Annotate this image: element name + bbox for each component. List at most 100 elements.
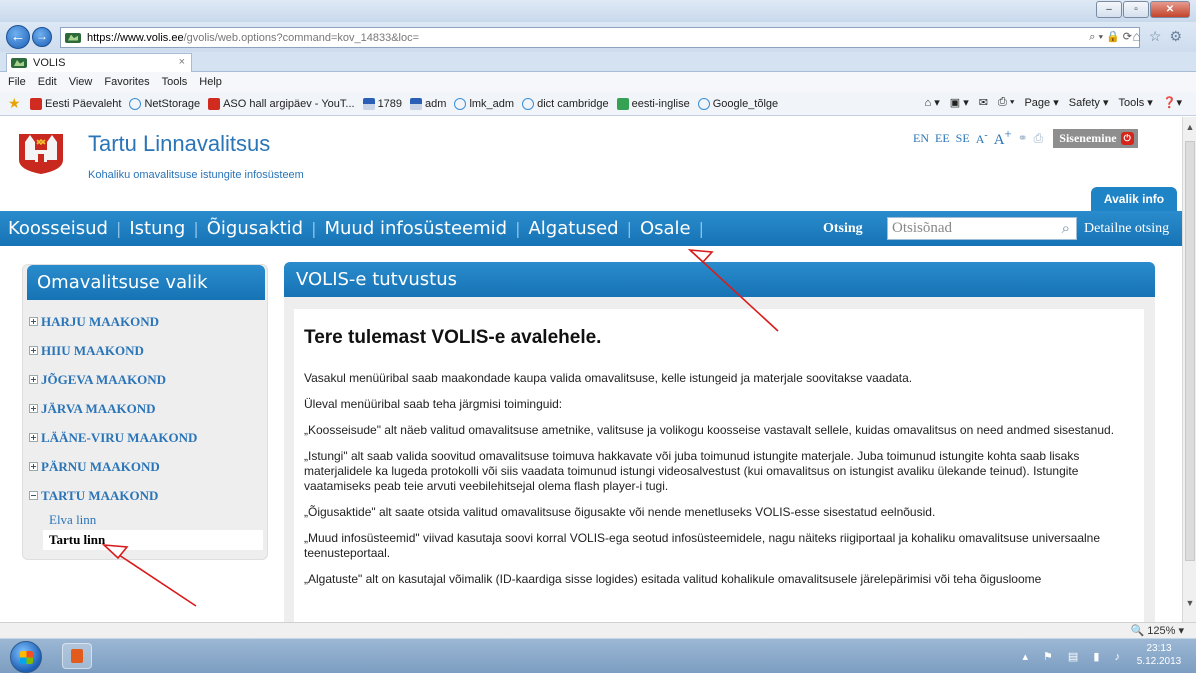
favorite-icon	[697, 97, 710, 110]
nav-muud-infosusteemid[interactable]: Muud infosüsteemid	[324, 218, 507, 239]
favorite-link[interactable]: dict cambridge	[522, 97, 609, 110]
favorite-icon	[362, 97, 375, 110]
header-tools: EN EE SE A- A+ ⚭ ⎙ Sisenemine ⏻	[913, 127, 1138, 149]
welcome-heading: Tere tulemast VOLIS-e avalehele.	[304, 327, 602, 348]
print-icon[interactable]: ⎙ ▾	[998, 96, 1014, 109]
maximize-button[interactable]: ▫	[1123, 1, 1149, 18]
search-input[interactable]: Otsisõnad ⌕	[887, 217, 1077, 240]
home-icon[interactable]: ⌂ ▾	[925, 96, 940, 109]
address-bar-icons[interactable]: ⌕▾🔒⟳	[1089, 30, 1135, 44]
tools-menu[interactable]: Tools ▾	[1119, 96, 1153, 109]
county-item[interactable]: HIIU MAAKOND	[23, 336, 269, 365]
font-decrease-button[interactable]: A-	[976, 130, 988, 147]
vertical-scrollbar[interactable]: ▲ ▼	[1182, 117, 1196, 622]
forward-button[interactable]: →	[32, 27, 52, 47]
municipality-item-selected[interactable]: Tartu linn	[43, 530, 263, 550]
status-bar: 🔍 125% ▾	[0, 622, 1196, 638]
content-panel-title: VOLIS-e tutvustus	[284, 262, 1155, 297]
nav-oigusaktid[interactable]: Õigusaktid	[207, 218, 303, 239]
url-path: /gvolis/web.options?command=kov_14833&lo…	[183, 31, 420, 44]
paragraph: „Muud infosüsteemid" viivad kasutaja soo…	[304, 531, 1101, 560]
print-page-icon[interactable]: ⎙	[1034, 131, 1044, 146]
expand-icon[interactable]	[29, 375, 38, 384]
font-increase-button[interactable]: A+	[994, 127, 1012, 149]
tab-row: VOLIS ×	[0, 52, 1196, 72]
menu-tools[interactable]: Tools	[162, 76, 188, 88]
municipality-item[interactable]: Elva linn	[23, 510, 269, 530]
county-item[interactable]: JÄRVA MAAKOND	[23, 394, 269, 423]
favorite-link[interactable]: Google_tõlge	[697, 97, 778, 110]
county-item[interactable]: JÕGEVA MAAKOND	[23, 365, 269, 394]
taskbar-app-icon[interactable]	[62, 643, 92, 669]
scroll-down-icon[interactable]: ▼	[1183, 598, 1196, 612]
power-icon: ⏻	[1120, 131, 1134, 145]
mail-icon[interactable]: ✉	[979, 96, 988, 109]
county-item[interactable]: LÄÄNE-VIRU MAAKOND	[23, 423, 269, 452]
language-en[interactable]: EN	[913, 131, 929, 146]
favorite-link[interactable]: 1789	[362, 97, 402, 110]
page-menu[interactable]: Page ▾	[1024, 96, 1058, 109]
favorite-link[interactable]: ASO hall argipäev - YouT...	[208, 97, 355, 110]
site-title[interactable]: Tartu Linnavalitsus	[88, 131, 270, 157]
expand-icon[interactable]	[29, 462, 38, 471]
start-button[interactable]	[10, 641, 42, 673]
feeds-icon[interactable]: ▣ ▾	[950, 96, 969, 109]
favorite-link[interactable]: Eesti Päevaleht	[30, 97, 121, 110]
detailed-search-link[interactable]: Detailne otsing	[1084, 221, 1169, 237]
back-button[interactable]: ←	[6, 25, 30, 49]
nav-istung[interactable]: Istung	[129, 218, 185, 239]
menu-file[interactable]: File	[8, 76, 26, 88]
favorite-link[interactable]: eesti-inglise	[616, 97, 690, 110]
search-icon[interactable]: ⌕	[1062, 220, 1070, 238]
window-controls: – ▫ ✕	[1096, 1, 1190, 18]
tab-title: VOLIS	[33, 57, 66, 69]
favorite-link[interactable]: adm	[410, 97, 446, 110]
expand-icon[interactable]	[29, 433, 38, 442]
county-item[interactable]: HARJU MAAKOND	[23, 307, 269, 336]
favorite-icon	[522, 97, 535, 110]
minimize-button[interactable]: –	[1096, 1, 1122, 18]
menu-edit[interactable]: Edit	[38, 76, 57, 88]
menu-view[interactable]: View	[69, 76, 93, 88]
search-label: Otsing	[823, 221, 863, 236]
window-titlebar: – ▫ ✕	[0, 0, 1196, 22]
expand-icon[interactable]	[29, 346, 38, 355]
public-info-tab[interactable]: Avalik info	[1091, 187, 1177, 211]
safety-menu[interactable]: Safety ▾	[1069, 96, 1109, 109]
favorites-star-icon[interactable]: ★	[8, 96, 22, 111]
nav-koosseisud[interactable]: Koosseisud	[8, 218, 108, 239]
favorite-icon	[410, 97, 423, 110]
nav-separator: |	[115, 219, 122, 238]
clock-date: 5.12.2013	[1136, 656, 1182, 667]
scroll-thumb[interactable]	[1185, 141, 1195, 561]
expand-icon[interactable]	[29, 404, 38, 413]
main-navigation: Koosseisud | Istung | Õigusaktid | Muud inf…	[0, 211, 1182, 246]
link-icon[interactable]: ⚭	[1018, 131, 1028, 146]
address-bar[interactable]: https://www.volis.ee/gvolis/web.options?…	[60, 27, 1140, 48]
language-se[interactable]: SE	[956, 131, 970, 146]
nav-separator: |	[515, 219, 521, 238]
browser-tab[interactable]: VOLIS ×	[6, 53, 192, 72]
menu-help[interactable]: Help	[199, 76, 222, 88]
nav-algatused[interactable]: Algatused	[528, 218, 618, 239]
language-ee[interactable]: EE	[935, 131, 950, 146]
nav-osale[interactable]: Osale	[640, 218, 691, 239]
help-icon[interactable]: ❓▾	[1163, 96, 1182, 109]
search-placeholder: Otsisõnad	[892, 220, 952, 236]
zoom-control[interactable]: 🔍 125% ▾	[1131, 624, 1184, 637]
favorite-link[interactable]: NetStorage	[129, 97, 200, 110]
favorite-link[interactable]: lmk_adm	[454, 97, 514, 110]
nav-separator: |	[311, 219, 317, 238]
county-item[interactable]: PÄRNU MAAKOND	[23, 452, 269, 481]
tab-close-icon[interactable]: ×	[179, 56, 185, 68]
home-favorites-settings-icons[interactable]: ⌂☆⚙	[1132, 28, 1190, 45]
scroll-up-icon[interactable]: ▲	[1183, 122, 1196, 136]
expand-icon[interactable]	[29, 317, 38, 326]
taskbar-clock[interactable]: 23:13 5.12.2013	[1132, 642, 1186, 668]
login-button[interactable]: Sisenemine ⏻	[1053, 128, 1138, 148]
system-tray-icons[interactable]: ▴ ⚑ ▤ ▮ ♪	[1022, 650, 1126, 663]
menu-favorites[interactable]: Favorites	[104, 76, 149, 88]
county-item-expanded[interactable]: TARTU MAAKOND	[23, 481, 269, 510]
close-button[interactable]: ✕	[1150, 1, 1190, 18]
collapse-icon[interactable]	[29, 491, 38, 500]
